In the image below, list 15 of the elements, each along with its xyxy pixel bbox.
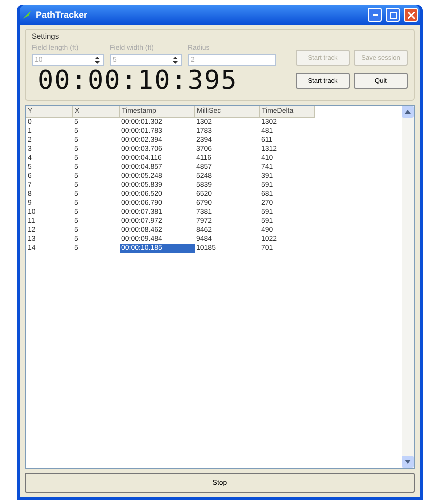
spinner-icon[interactable] (172, 56, 179, 64)
down-arrow-icon (405, 460, 411, 464)
up-arrow-icon (405, 110, 411, 114)
close-button[interactable] (404, 8, 418, 22)
scroll-down-button[interactable] (402, 456, 414, 468)
minimize-button[interactable] (368, 8, 382, 22)
app-icon (22, 10, 32, 20)
close-icon (408, 12, 414, 18)
scroll-up-button[interactable] (402, 106, 414, 118)
maximize-icon (390, 12, 396, 18)
spinner-icon[interactable] (94, 56, 101, 64)
maximize-button[interactable] (386, 8, 400, 22)
timer-display: 00:00:10:395 (37, 66, 238, 96)
window-title: PathTracker (36, 10, 89, 20)
minimize-icon (372, 14, 378, 16)
